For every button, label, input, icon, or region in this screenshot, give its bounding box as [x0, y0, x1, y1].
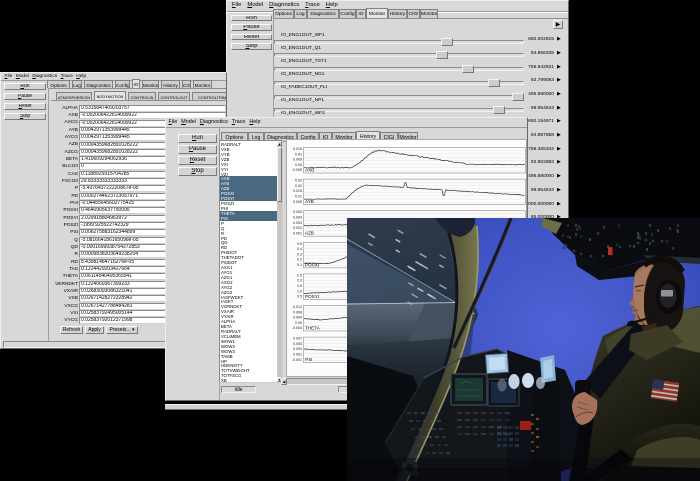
svg-text:-0.005: -0.005 — [292, 168, 302, 172]
svg-text:2.5: 2.5 — [297, 273, 302, 277]
svg-text:0.00: 0.00 — [295, 321, 302, 325]
svg-text:0.007: 0.007 — [293, 337, 302, 341]
svg-text:0.005: 0.005 — [293, 210, 302, 214]
svg-text:0.008: 0.008 — [293, 310, 302, 314]
svg-text:0.01: 0.01 — [295, 195, 302, 199]
svg-text:0.5: 0.5 — [297, 242, 302, 246]
svg-text:1.5: 1.5 — [297, 284, 302, 288]
svg-text:0.001: 0.001 — [293, 231, 302, 235]
svg-text:0.4: 0.4 — [297, 247, 302, 251]
svg-text:-0.001: -0.001 — [292, 358, 302, 362]
svg-text:0.015: 0.015 — [293, 147, 302, 151]
svg-text:0.004: 0.004 — [293, 216, 302, 220]
svg-text:0.5: 0.5 — [297, 295, 302, 299]
svg-text:0.005: 0.005 — [293, 342, 302, 346]
svg-text:0.001: 0.001 — [293, 353, 302, 357]
svg-text:AZB: AZB — [305, 231, 314, 236]
svg-text:0.015: 0.015 — [293, 189, 302, 193]
svg-text:-0.004: -0.004 — [292, 326, 302, 330]
svg-text:0.003: 0.003 — [293, 221, 302, 225]
svg-text:AYB: AYB — [305, 199, 314, 204]
svg-text:0.003: 0.003 — [293, 347, 302, 351]
svg-text:0.2: 0.2 — [297, 258, 302, 262]
svg-text:0.012: 0.012 — [293, 305, 302, 309]
svg-text:0.1: 0.1 — [297, 263, 302, 267]
svg-text:1.0: 1.0 — [297, 289, 302, 293]
svg-text:0.00: 0.00 — [295, 163, 302, 167]
svg-text:0.004: 0.004 — [293, 316, 302, 320]
svg-text:0.01: 0.01 — [295, 152, 302, 156]
svg-text:0.005: 0.005 — [293, 200, 302, 204]
svg-text:2.0: 2.0 — [297, 279, 302, 283]
svg-text:0.02: 0.02 — [295, 184, 302, 188]
svg-text:THETA: THETA — [305, 326, 321, 331]
svg-text:0.002: 0.002 — [293, 226, 302, 230]
svg-text:PSI: PSI — [305, 357, 312, 362]
svg-text:POSYI: POSYI — [305, 294, 319, 299]
svg-text:0.03: 0.03 — [295, 179, 302, 183]
svg-text:0.005: 0.005 — [293, 158, 302, 162]
svg-text:0.3: 0.3 — [297, 252, 302, 256]
